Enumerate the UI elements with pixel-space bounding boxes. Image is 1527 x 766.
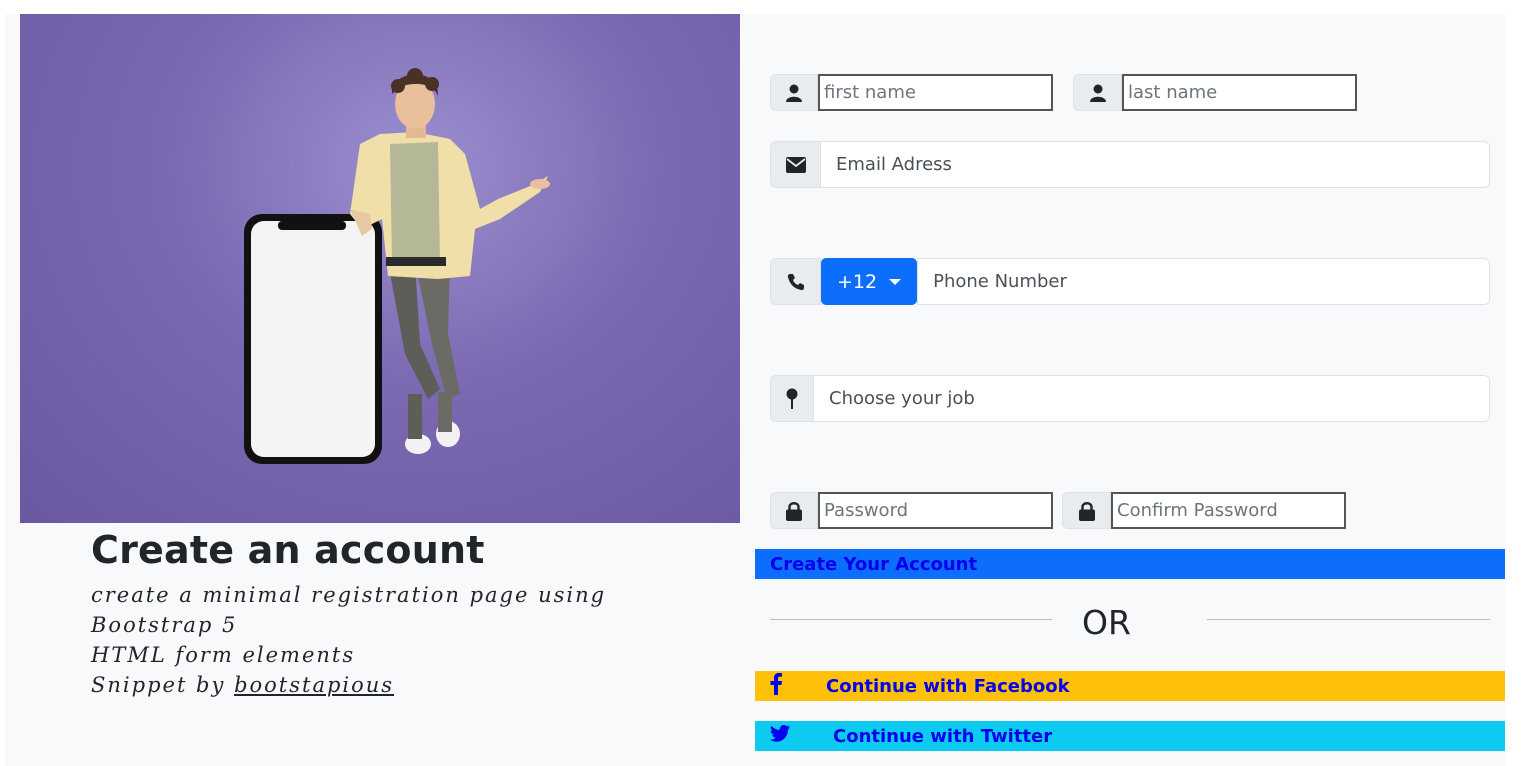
first-name-input[interactable]: [818, 74, 1053, 111]
or-divider-text: OR: [1082, 603, 1131, 642]
map-pin-icon: [770, 375, 814, 422]
twitter-login-button[interactable]: Continue with Twitter: [755, 721, 1505, 751]
twitter-login-label: Continue with Twitter: [833, 725, 1053, 747]
password-group: [770, 492, 1053, 529]
last-name-group: [1073, 74, 1357, 111]
phone-icon: [770, 258, 821, 305]
hero-image: [20, 14, 740, 523]
password-input[interactable]: [818, 492, 1053, 529]
facebook-icon: [770, 672, 826, 700]
intro-line: create a minimal registration page using: [91, 583, 607, 607]
lock-icon: [1062, 492, 1111, 529]
envelope-icon: [770, 141, 821, 188]
intro-line: Bootstrap 5: [91, 613, 238, 637]
intro-line: HTML form elements: [91, 643, 356, 667]
divider-right: [1207, 619, 1490, 620]
divider-left: [770, 619, 1052, 620]
intro-description: create a minimal registration page using…: [91, 580, 651, 700]
email-input[interactable]: [821, 141, 1490, 188]
credit-prefix: Snippet by: [91, 673, 226, 697]
create-account-label: Create Your Account: [770, 553, 978, 575]
page-title: Create an account: [91, 528, 485, 572]
user-icon: [1073, 74, 1122, 111]
country-code-label: +12: [837, 270, 878, 293]
user-icon: [770, 74, 818, 111]
facebook-login-button[interactable]: Continue with Facebook: [755, 671, 1505, 701]
confirm-password-group: [1062, 492, 1346, 529]
facebook-login-label: Continue with Facebook: [826, 675, 1070, 697]
email-group: [770, 141, 1490, 188]
phone-input[interactable]: [917, 258, 1490, 305]
country-code-dropdown[interactable]: +12: [821, 258, 918, 305]
intro-credit: Snippet by bootstapious: [91, 670, 651, 700]
job-group: [770, 375, 1490, 422]
confirm-password-input[interactable]: [1111, 492, 1346, 529]
first-name-group: [770, 74, 1053, 111]
credit-link[interactable]: bootstapious: [234, 673, 394, 697]
phone-group: +12: [770, 258, 1490, 305]
last-name-input[interactable]: [1122, 74, 1357, 111]
twitter-icon: [770, 725, 833, 747]
job-input[interactable]: [814, 375, 1490, 422]
chevron-down-icon: [889, 278, 902, 285]
lock-icon: [770, 492, 818, 529]
create-account-button[interactable]: Create Your Account: [755, 549, 1505, 579]
